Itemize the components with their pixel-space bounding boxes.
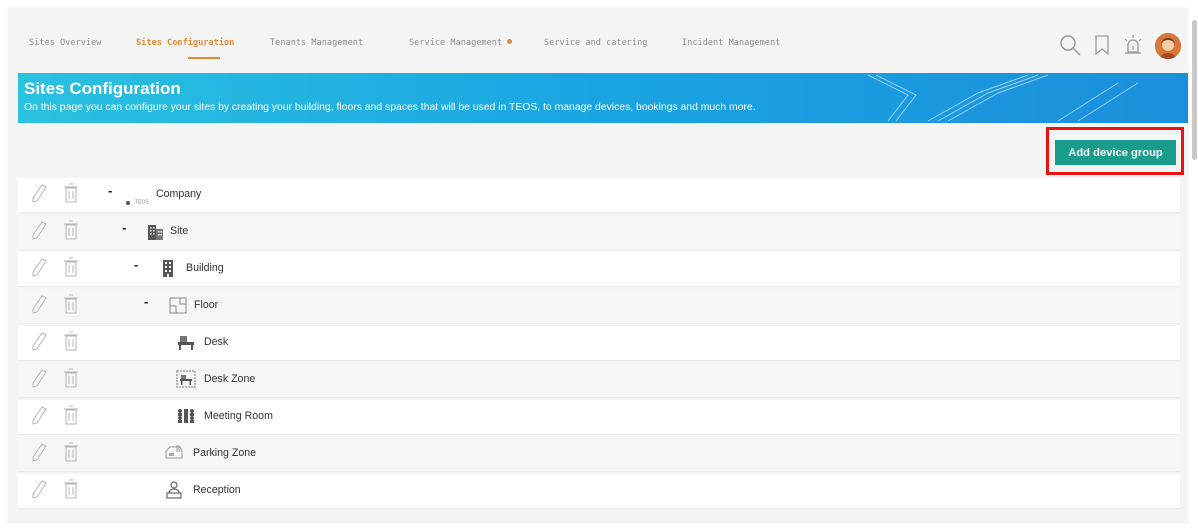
trash-icon[interactable] (60, 441, 82, 463)
node-label[interactable]: Desk Zone (204, 373, 255, 385)
active-tab-indicator (188, 57, 220, 59)
desk-icon (178, 336, 194, 350)
collapse-toggle[interactable]: - (108, 183, 112, 198)
pencil-icon[interactable] (28, 293, 50, 315)
tree-row-parking-zone: Parking Zone (18, 437, 1180, 472)
pencil-icon[interactable] (28, 367, 50, 389)
pencil-icon[interactable] (28, 330, 50, 352)
bookmark-icon[interactable] (1090, 33, 1114, 57)
company-logo-icon: TEOS (126, 192, 150, 206)
tree-row-site: - Site (18, 215, 1180, 250)
alarm-icon[interactable] (1121, 33, 1145, 57)
tree-row-company: - TEOS Company (18, 178, 1180, 213)
scrollbar[interactable] (1192, 20, 1197, 160)
pencil-icon[interactable] (28, 182, 50, 204)
meeting-room-icon (178, 409, 194, 423)
parking-zone-icon (165, 445, 183, 459)
trash-icon[interactable] (60, 330, 82, 352)
collapse-toggle[interactable]: - (122, 220, 126, 235)
page-title: Sites Configuration (24, 79, 181, 98)
trash-icon[interactable] (60, 293, 82, 315)
node-label[interactable]: Company (156, 188, 201, 200)
search-icon[interactable] (1058, 33, 1082, 57)
trash-icon[interactable] (60, 367, 82, 389)
page-description: On this page you can configure your site… (24, 102, 756, 113)
tab-sites-overview[interactable]: Sites Overview (29, 38, 101, 48)
tab-tenants-management[interactable]: Tenants Management (270, 38, 363, 48)
building-icon (163, 260, 173, 277)
page-banner: Sites Configuration On this page you can… (18, 73, 1188, 123)
tree-row-floor: - Floor (18, 289, 1180, 324)
node-label[interactable]: Site (170, 225, 188, 237)
node-label[interactable]: Parking Zone (193, 447, 256, 459)
tree-row-desk: Desk (18, 326, 1180, 361)
tree-row-building: - Building (18, 252, 1180, 287)
pencil-icon[interactable] (28, 441, 50, 463)
pencil-icon[interactable] (28, 404, 50, 426)
tab-service-and-catering[interactable]: Service and catering (544, 38, 647, 48)
floor-plan-icon (169, 297, 187, 314)
tab-sites-configuration[interactable]: Sites Configuration (136, 38, 234, 48)
avatar[interactable] (1155, 33, 1181, 59)
pencil-icon[interactable] (28, 478, 50, 500)
collapse-toggle[interactable]: - (144, 294, 148, 309)
tree-row-desk-zone: Desk Zone (18, 363, 1180, 398)
tab-service-management[interactable]: Service Management (409, 38, 502, 48)
banner-decoration (867, 74, 1139, 122)
reception-icon (166, 481, 182, 499)
desk-zone-icon (176, 370, 196, 388)
tab-incident-management[interactable]: Incident Management (682, 38, 780, 48)
node-label[interactable]: Building (186, 262, 224, 274)
trash-icon[interactable] (60, 404, 82, 426)
trash-icon[interactable] (60, 256, 82, 278)
trash-icon[interactable] (60, 478, 82, 500)
pencil-icon[interactable] (28, 256, 50, 278)
trash-icon[interactable] (60, 182, 82, 204)
highlight-annotation (1046, 127, 1184, 175)
tree-row-meeting-room: Meeting Room (18, 400, 1180, 435)
node-label[interactable]: Meeting Room (204, 410, 273, 422)
node-label[interactable]: Desk (204, 336, 228, 348)
trash-icon[interactable] (60, 219, 82, 241)
collapse-toggle[interactable]: - (134, 257, 138, 272)
node-label[interactable]: Reception (193, 484, 241, 496)
notification-dot (507, 39, 512, 44)
tree-row-reception: Reception (18, 474, 1180, 509)
pencil-icon[interactable] (28, 219, 50, 241)
node-label[interactable]: Floor (194, 299, 218, 311)
site-buildings-icon (148, 225, 163, 240)
